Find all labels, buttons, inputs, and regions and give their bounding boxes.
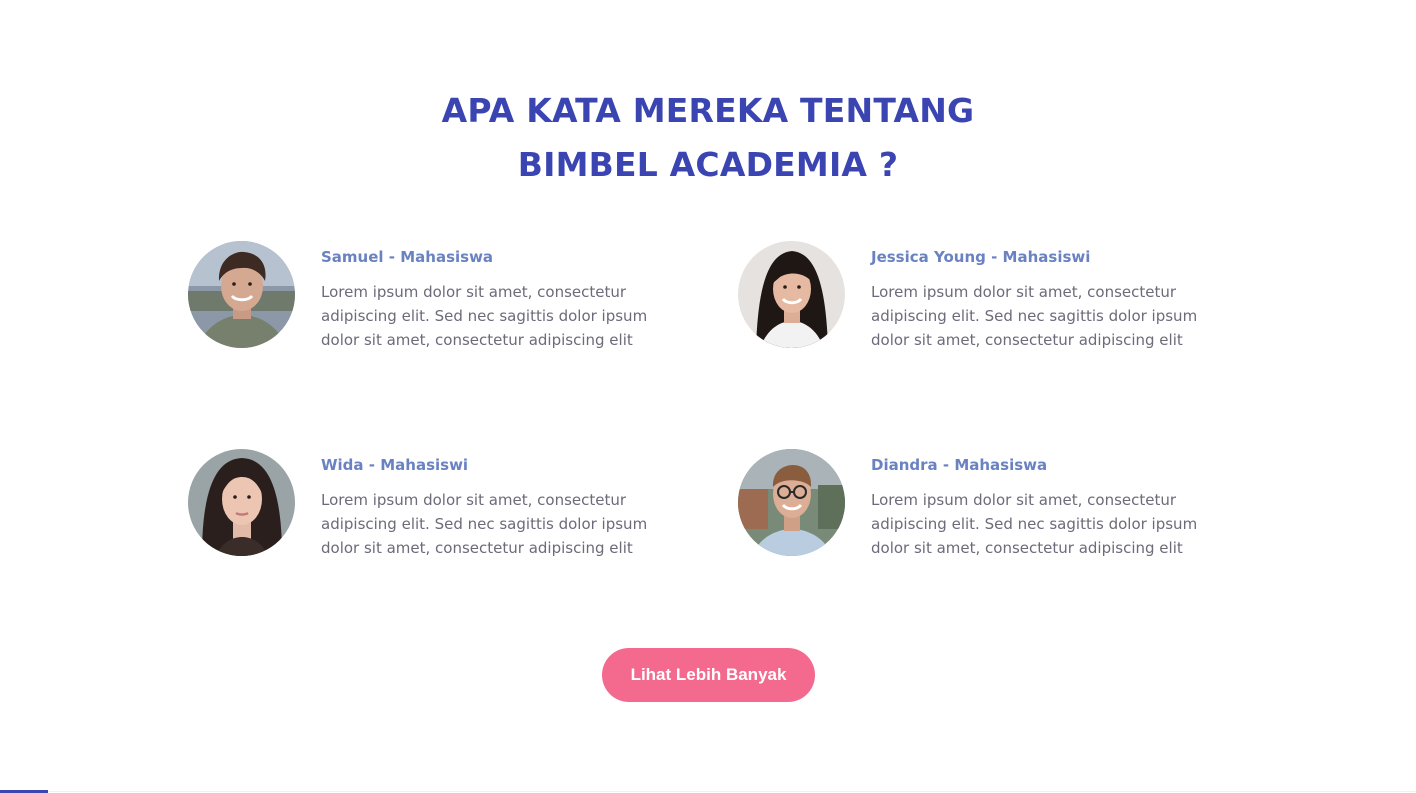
testimonial-quote: Lorem ipsum dolor sit amet, consectetur …	[321, 491, 648, 557]
testimonial-card: Diandra - Mahasiswa Lorem ipsum dolor si…	[738, 449, 1258, 559]
testimonial-name: Samuel - Mahasiswa	[321, 248, 494, 266]
avatar	[738, 449, 845, 556]
section-title: APA KATA MEREKA TENTANG BIMBEL ACADEMIA …	[0, 84, 1416, 192]
avatar	[188, 241, 295, 348]
section-title-line-1: APA KATA MEREKA TENTANG	[441, 91, 975, 130]
testimonial-name: Jessica Young - Mahasiswi	[871, 248, 1091, 266]
avatar	[738, 241, 845, 348]
testimonial-quote: Lorem ipsum dolor sit amet, consectetur …	[871, 283, 1198, 349]
testimonial-card: Jessica Young - Mahasiswi Lorem ipsum do…	[738, 241, 1258, 351]
testimonial-quote: Lorem ipsum dolor sit amet, consectetur …	[871, 491, 1198, 557]
testimonial-card: Wida - Mahasiswi Lorem ipsum dolor sit a…	[188, 449, 708, 559]
avatar	[188, 449, 295, 556]
testimonial-card: Samuel - Mahasiswa Lorem ipsum dolor sit…	[188, 241, 708, 351]
testimonials-section: APA KATA MEREKA TENTANG BIMBEL ACADEMIA …	[0, 0, 1416, 793]
divider	[0, 791, 1416, 792]
testimonial-name: Diandra - Mahasiswa	[871, 456, 1048, 474]
see-more-button[interactable]: Lihat Lebih Banyak	[602, 648, 815, 702]
section-title-line-2: BIMBEL ACADEMIA ?	[517, 145, 899, 184]
testimonial-name: Wida - Mahasiswi	[321, 456, 469, 474]
testimonial-quote: Lorem ipsum dolor sit amet, consectetur …	[321, 283, 648, 349]
